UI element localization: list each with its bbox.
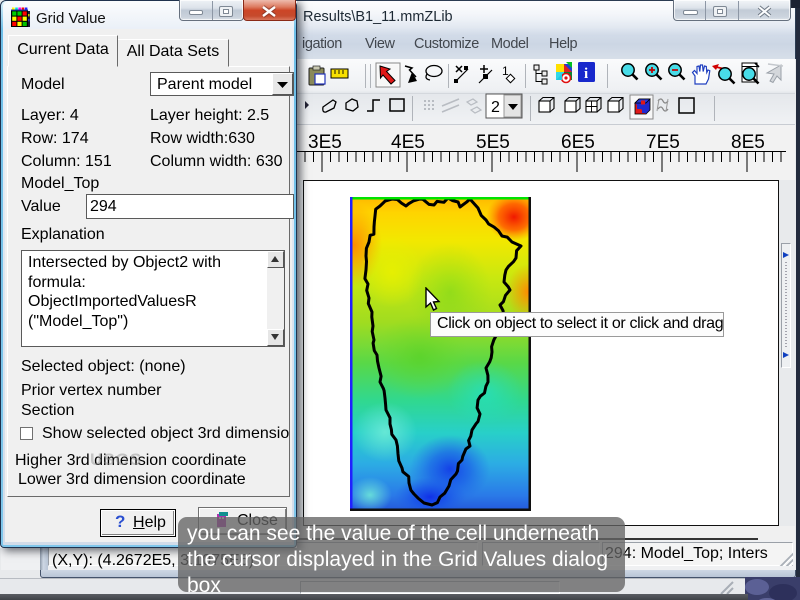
svg-text:1: 1 — [502, 64, 509, 78]
svg-text:i: i — [584, 66, 588, 82]
svg-text:2: 2 — [491, 99, 500, 116]
